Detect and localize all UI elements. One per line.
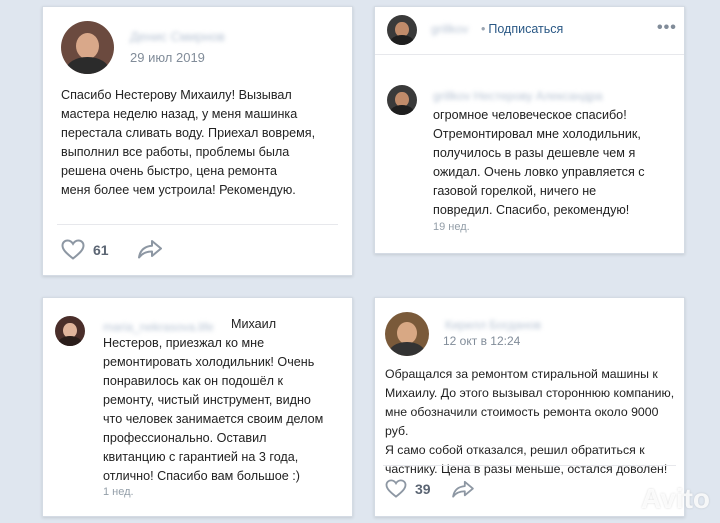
review-text-first: Михаил	[231, 317, 277, 331]
heart-icon	[385, 479, 407, 498]
avito-watermark: Avito	[607, 483, 710, 515]
avatar[interactable]	[61, 21, 114, 74]
watermark-text: Avito	[641, 483, 710, 514]
like-button[interactable]: 39	[385, 479, 431, 498]
share-button[interactable]	[137, 239, 163, 259]
review-card-2: grillkov • Подписаться ••• grillkov Несте…	[374, 6, 685, 254]
avatar[interactable]	[387, 85, 417, 115]
author-name[interactable]: Кирилл Богданов	[445, 318, 541, 332]
comment-author[interactable]: maria_nekrasova.life	[103, 320, 214, 334]
post-date: 29 июл 2019	[130, 50, 205, 65]
review-text: огромное человеческое спасибо! Отремонти…	[433, 108, 645, 217]
author-name[interactable]: Денис Смирнов	[130, 29, 225, 44]
more-options-icon[interactable]: •••	[657, 19, 677, 37]
subscribe-link[interactable]: • Подписаться	[481, 22, 563, 36]
review-text: Обращался за ремонтом стиральной машины …	[385, 367, 675, 476]
avatar[interactable]	[385, 312, 429, 356]
review-text: Спасибо Нестерову Михаилу! Вызывал масте…	[61, 88, 316, 197]
divider	[57, 224, 338, 225]
divider	[375, 54, 684, 55]
share-icon	[451, 480, 475, 498]
review-text: Нестеров, приезжал ко мне ремонтировать …	[103, 336, 324, 483]
share-icon	[137, 239, 163, 259]
like-count: 61	[93, 241, 109, 258]
comment-date: 1 нед.	[103, 486, 134, 498]
review-card-1: Денис Смирнов 29 июл 2019 Спасибо Нестер…	[42, 6, 353, 276]
like-button[interactable]: 61	[61, 239, 109, 260]
header-username[interactable]: grillkov	[431, 22, 468, 36]
comment-author[interactable]: grillkov Нестерову Александра	[433, 89, 603, 103]
subscribe-label: Подписаться	[488, 22, 564, 36]
review-card-3: maria_nekrasova.life Михаил Нестеров, пр…	[42, 297, 353, 517]
post-date: 12 окт в 12:24	[443, 334, 521, 348]
share-button[interactable]	[451, 480, 475, 498]
like-count: 39	[415, 480, 431, 497]
avatar[interactable]	[55, 316, 85, 346]
separator-dot: •	[481, 22, 486, 36]
avatar[interactable]	[387, 15, 417, 45]
divider	[383, 465, 676, 466]
heart-icon	[61, 239, 85, 260]
avito-logo-icon	[607, 485, 638, 513]
comment-date: 19 нед.	[433, 221, 470, 233]
